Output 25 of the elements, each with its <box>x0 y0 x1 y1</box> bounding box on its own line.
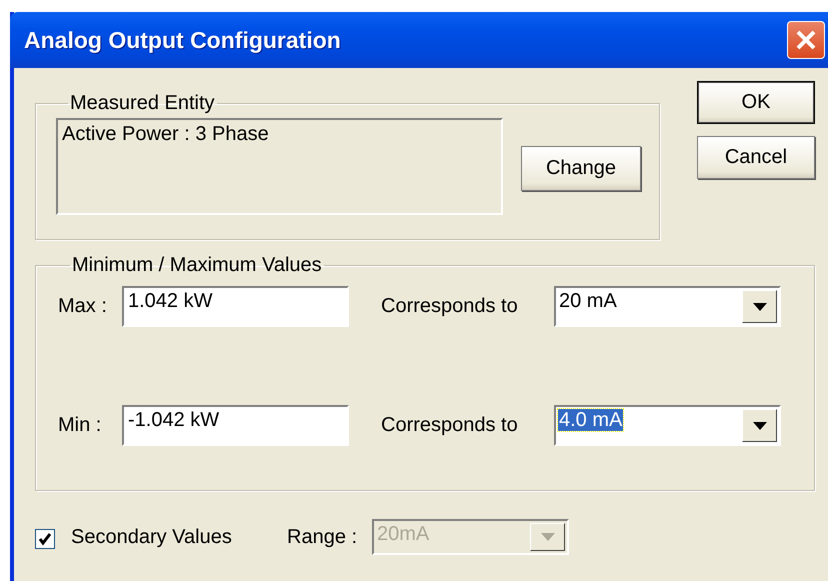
caret-icon <box>540 533 554 541</box>
ok-button[interactable]: OK <box>697 81 815 124</box>
range-dropdown: 20mA <box>372 519 569 555</box>
corresponds-label: Corresponds to <box>381 414 519 437</box>
checkbox-label: Secondary Values <box>71 526 233 548</box>
range-label: Range : <box>287 526 358 548</box>
window-title: Analog Output Configuration <box>24 26 342 54</box>
measured-entity-field: Active Power : 3 Phase <box>56 118 503 215</box>
value-field[interactable]: -1.042 kW <box>122 405 349 446</box>
value-field[interactable]: 1.042 kW <box>122 286 349 327</box>
check-icon <box>38 532 52 546</box>
caret-icon <box>752 302 766 310</box>
group-label: Minimum / Maximum Values <box>71 254 323 277</box>
checkbox[interactable] <box>35 528 55 548</box>
change-button[interactable]: Change <box>521 146 641 191</box>
corresponds-label: Corresponds to <box>381 295 519 318</box>
caret-icon <box>752 422 766 430</box>
cancel-button[interactable]: Cancel <box>697 136 815 179</box>
field-label: Max : <box>58 295 108 318</box>
close-button[interactable] <box>787 21 825 59</box>
current-dropdown[interactable]: 4.0 mA <box>554 405 781 446</box>
field-label: Min : <box>58 414 102 437</box>
close-icon <box>795 29 817 51</box>
current-dropdown[interactable]: 20 mA <box>554 286 781 327</box>
group-label: Measured Entity <box>69 92 216 115</box>
